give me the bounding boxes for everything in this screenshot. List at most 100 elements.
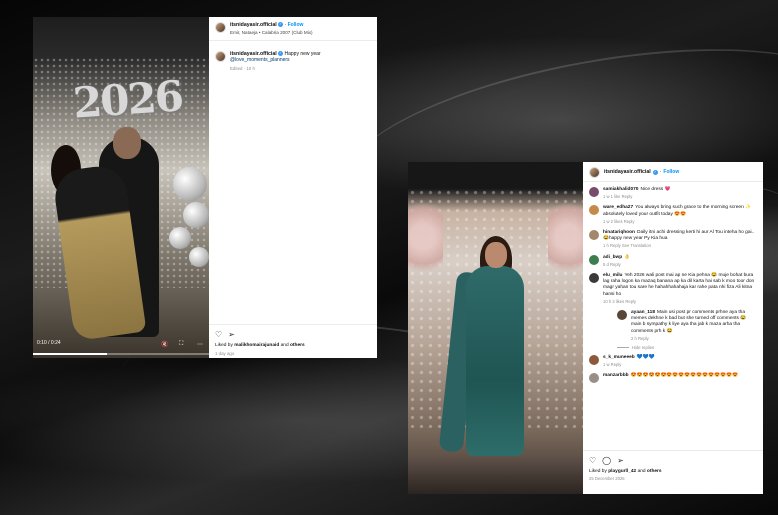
comment-item: samiakhalid070 Nice dress 💗 1 w 1 like Rep… <box>589 187 757 200</box>
hide-replies-link[interactable]: Hide replies <box>617 345 757 350</box>
comment-meta[interactable]: 2 h Reply <box>631 336 757 342</box>
post-date: 1 day ago <box>215 351 235 356</box>
post-sidebar: itsnidayasir.official ✓ · Follow Emir, N… <box>209 17 377 358</box>
woman-head <box>485 242 507 268</box>
caption-mention[interactable]: @love_moments_planners <box>230 57 321 63</box>
likes-user[interactable]: malikhomairajunaid <box>234 343 279 348</box>
likes-summary: Liked by playgurll_42 and others <box>589 469 757 474</box>
heart-icon[interactable]: ♡ <box>215 330 222 339</box>
avatar[interactable] <box>589 230 599 241</box>
comment-body: elu_milu Yeh 2026 wali post mai ap ne Kia… <box>603 273 757 305</box>
comment-text: 😍😍😍😍😍😍😍😍😍😍😍😍😍😍😍😍😍😍 <box>630 373 739 379</box>
separator: · <box>659 169 662 175</box>
video-player[interactable]: 2026 0:10 / 0:24 🔇 ⛶ ⋯ <box>33 17 209 358</box>
post-image[interactable] <box>408 162 583 494</box>
comment-text: 👌 <box>624 254 631 260</box>
more-options-icon[interactable]: ⋯ <box>197 341 203 348</box>
likes-user[interactable]: playgurll_42 <box>608 469 636 474</box>
video-timestamp: 0:10 / 0:24 <box>37 340 61 346</box>
share-icon[interactable]: ➢ <box>617 456 624 465</box>
share-icon[interactable]: ➢ <box>228 330 235 339</box>
avatar[interactable] <box>589 355 599 366</box>
post-header: itsnidayasir.official ✓ · Follow Emir, N… <box>209 17 377 41</box>
comment-username[interactable]: ware_edha27 <box>603 205 633 210</box>
likes-summary: Liked by malikhomairajunaid and others <box>215 343 371 348</box>
instagram-post-1: 2026 0:10 / 0:24 🔇 ⛶ ⋯ itsnidayasir.offi… <box>33 17 377 358</box>
comment-username[interactable]: ayaan_118 <box>631 310 655 315</box>
balloon <box>189 247 209 267</box>
avatar[interactable] <box>215 22 226 33</box>
likes-others[interactable]: others <box>647 469 662 474</box>
likes-others[interactable]: others <box>290 343 305 348</box>
avatar[interactable] <box>589 273 599 284</box>
avatar[interactable] <box>589 187 599 197</box>
comment-meta[interactable]: 1 w Reply <box>603 362 655 368</box>
fullscreen-icon[interactable]: ⛶ <box>179 341 183 348</box>
instagram-post-2: itsnidayasir.official ✓ · Follow samiakh… <box>408 162 763 494</box>
comment-meta[interactable]: 1 w 1 like Reply <box>603 194 670 200</box>
avatar[interactable] <box>215 51 226 62</box>
balloon <box>169 227 191 249</box>
comment-meta[interactable]: 10 h 2 likes Reply <box>603 299 757 305</box>
video-progress-fill <box>33 353 107 355</box>
avatar[interactable] <box>589 166 600 178</box>
comment-item: manzarbbb 😍😍😍😍😍😍😍😍😍😍😍😍😍😍😍😍😍😍 <box>589 373 757 384</box>
edited-label: Edited · 10 h <box>230 66 255 71</box>
likes-suffix: and <box>637 469 646 474</box>
avatar[interactable] <box>589 205 599 216</box>
post-footer: ♡ ➢ Liked by malikhomairajunaid and othe… <box>209 324 377 358</box>
avatar[interactable] <box>617 310 627 321</box>
comment-body: samiakhalid070 Nice dress 💗 1 w 1 like Rep… <box>603 187 670 200</box>
comment-body: ware_edha27 You always bring such grace t… <box>603 205 757 225</box>
heart-icon[interactable]: ♡ <box>589 456 596 465</box>
flower-decoration <box>548 192 583 282</box>
comment-item: adi_bwp 👌 5 d Reply <box>589 254 757 268</box>
verified-badge-icon: ✓ <box>278 22 284 28</box>
comment-body: s_k_muneeeb 💙💙💙 1 w Reply <box>603 355 655 368</box>
caption: itsnidayasir.official ✓ Happy new year @… <box>209 41 377 71</box>
comment-item: elu_milu Yeh 2026 wali post mai ap ne Kia… <box>589 273 757 305</box>
follow-button[interactable]: Follow <box>663 169 679 175</box>
post-sidebar: itsnidayasir.official ✓ · Follow samiakh… <box>583 162 763 494</box>
comment-username[interactable]: hinatariqhoon <box>603 230 635 235</box>
comment-username[interactable]: elu_milu <box>603 273 622 278</box>
reply-item: ayaan_118 Main usi post pr comments prhne… <box>617 310 757 342</box>
likes-suffix: and <box>280 343 289 348</box>
audio-track[interactable]: Emir, Nataeja • Calabria 2007 (Club Mix) <box>230 30 313 35</box>
comment-text: 💙💙💙 <box>636 355 655 361</box>
stage-floor <box>408 458 583 494</box>
comments-list: samiakhalid070 Nice dress 💗 1 w 1 like Rep… <box>583 187 763 384</box>
follow-button[interactable]: Follow <box>288 22 304 28</box>
comment-username[interactable]: samiakhalid070 <box>603 187 638 192</box>
comment-meta[interactable]: 1 w 2 likes Reply <box>603 219 757 225</box>
comment-text: Nice dress 💗 <box>640 187 671 192</box>
mute-icon[interactable]: 🔇 <box>161 341 168 348</box>
comment-body: hinatariqhoon Daily itni achi dressing ke… <box>603 230 757 250</box>
comment-item: hinatariqhoon Daily itni achi dressing ke… <box>589 230 757 250</box>
comment-body: ayaan_118 Main usi post pr comments prhne… <box>631 310 757 342</box>
comment-item: ware_edha27 You always bring such grace t… <box>589 205 757 225</box>
comment-meta[interactable]: 1 h Reply See Translation <box>603 243 757 249</box>
man-head <box>113 127 141 159</box>
post-date: 25 December 2025 <box>589 476 625 481</box>
balloon <box>183 202 209 228</box>
verified-badge-icon: ✓ <box>652 169 658 175</box>
verified-badge-icon: ✓ <box>278 51 284 57</box>
comment-icon[interactable]: ◯ <box>602 456 611 465</box>
username[interactable]: itsnidayasir.official <box>230 22 277 28</box>
comment-item: s_k_muneeeb 💙💙💙 1 w Reply <box>589 355 757 368</box>
username[interactable]: itsnidayasir.official <box>604 169 651 175</box>
avatar[interactable] <box>589 373 599 384</box>
likes-prefix: Liked by <box>215 343 233 348</box>
comment-body: manzarbbb 😍😍😍😍😍😍😍😍😍😍😍😍😍😍😍😍😍😍 <box>603 373 738 383</box>
avatar[interactable] <box>589 254 599 265</box>
comment-meta[interactable]: 5 d Reply <box>603 262 630 268</box>
balloon <box>173 167 207 201</box>
comment-username[interactable]: manzarbbb <box>603 373 629 378</box>
balloon-number: 2026 <box>71 71 184 128</box>
post-header: itsnidayasir.official ✓ · Follow <box>583 162 763 182</box>
comment-username[interactable]: adi_bwp <box>603 255 622 260</box>
flower-decoration <box>408 192 443 282</box>
comment-username[interactable]: s_k_muneeeb <box>603 355 635 360</box>
post-footer: ♡ ◯ ➢ Liked by playgurll_42 and others 2… <box>583 450 763 494</box>
